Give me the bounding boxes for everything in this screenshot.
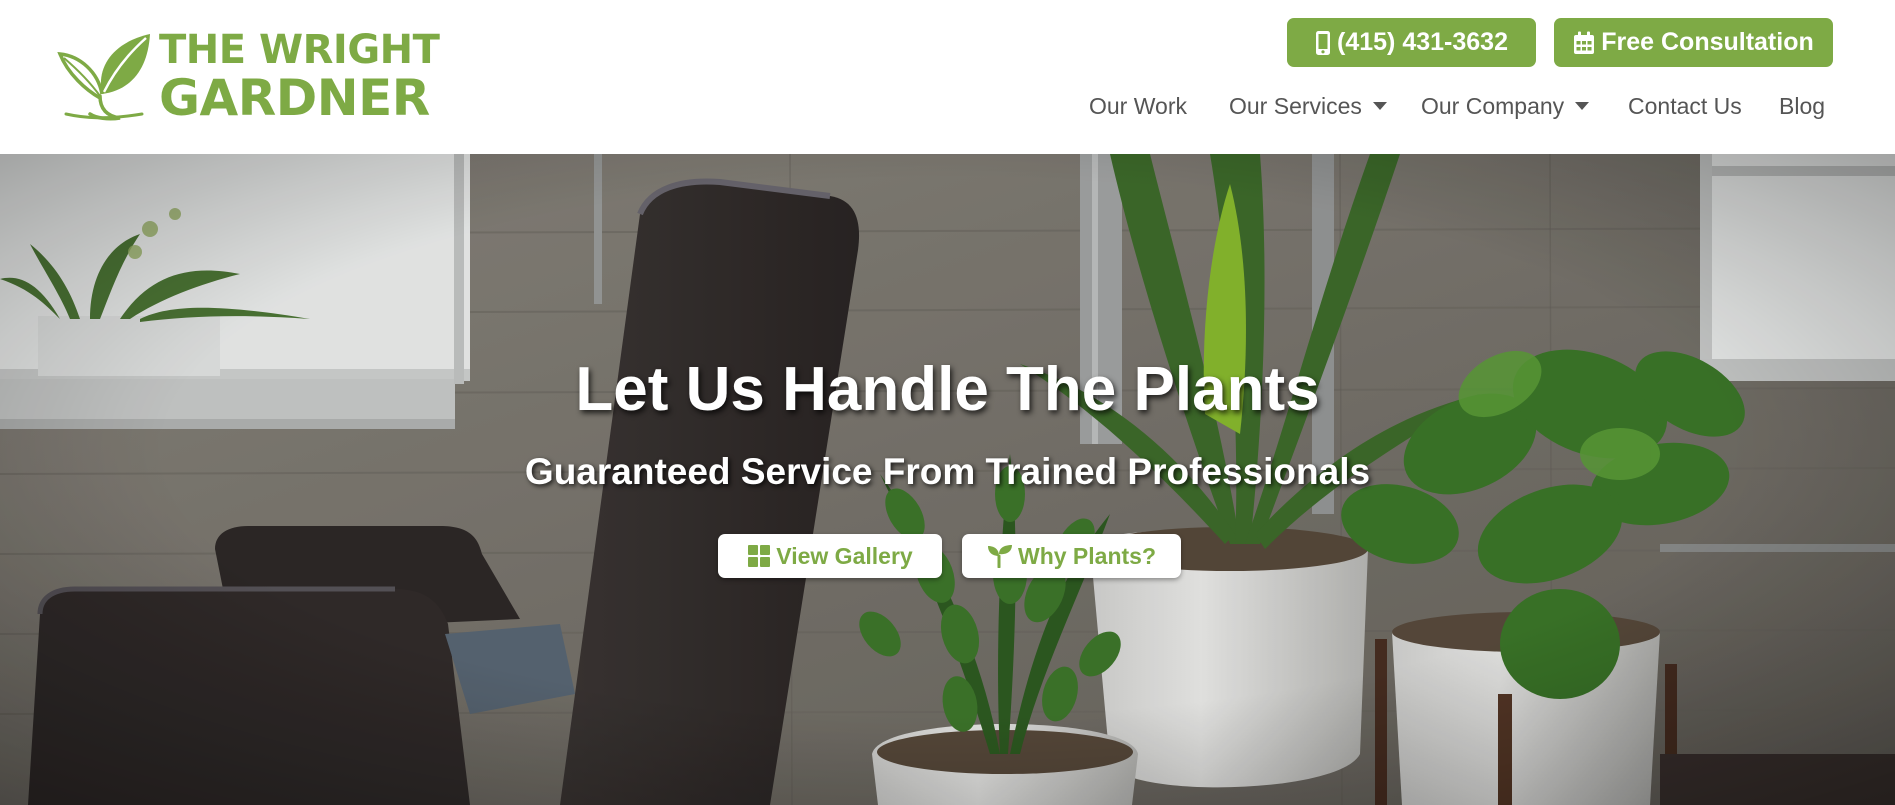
caret-down-icon <box>1575 102 1590 110</box>
phone-button[interactable]: (415) 431-3632 <box>1287 18 1536 67</box>
nav-item-blog[interactable]: Blog <box>1779 88 1825 124</box>
view-gallery-label: View Gallery <box>776 542 913 569</box>
why-plants-label: Why Plants? <box>1017 542 1156 569</box>
free-consultation-label: Free Consultation <box>1601 28 1814 56</box>
mobile-phone-icon <box>1316 30 1331 55</box>
hero-subheadline: Guaranteed Service From Trained Professi… <box>524 451 1371 492</box>
caret-down-icon <box>1372 102 1387 110</box>
hero-banner: Let Us Handle The Plants Guaranteed Serv… <box>0 154 1895 805</box>
site-header: THE WRIGHT GARDNER (415) 431-3632 Free C… <box>0 0 1895 154</box>
seedling-icon <box>987 545 1012 568</box>
why-plants-button[interactable]: Why Plants? <box>962 534 1181 578</box>
view-gallery-button[interactable]: View Gallery <box>718 534 942 578</box>
nav-item-our-work[interactable]: Our Work <box>1089 88 1187 124</box>
nav-item-contact-us[interactable]: Contact Us <box>1628 88 1742 124</box>
nav-item-label: Our Services <box>1229 92 1362 119</box>
nav-item-our-company[interactable]: Our Company <box>1421 88 1590 124</box>
logo-line-1: THE WRIGHT <box>159 27 440 73</box>
nav-item-our-services[interactable]: Our Services <box>1229 88 1387 124</box>
grid-icon <box>748 545 771 567</box>
nav-item-label: Our Company <box>1421 92 1565 119</box>
phone-button-label: (415) 431-3632 <box>1337 28 1508 56</box>
free-consultation-button[interactable]: Free Consultation <box>1554 18 1833 67</box>
hero-headline: Let Us Handle The Plants <box>575 355 1320 424</box>
calendar-icon <box>1574 31 1595 54</box>
nav-item-label: Contact Us <box>1628 92 1742 119</box>
nav-item-label: Blog <box>1779 92 1826 119</box>
main-nav: Our Work Our Services Our Company Contac… <box>0 88 1895 124</box>
nav-item-label: Our Work <box>1089 92 1187 119</box>
